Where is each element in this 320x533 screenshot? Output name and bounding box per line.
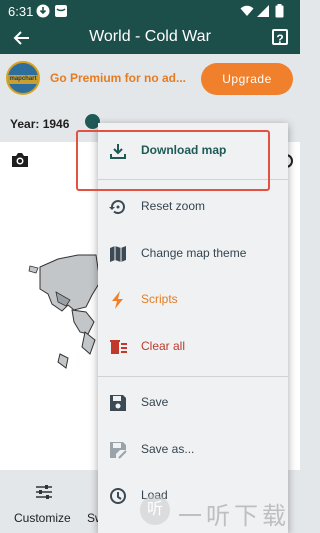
menu-item-reset-zoom[interactable]: Reset zoom [98, 187, 288, 227]
camera-icon[interactable] [11, 152, 29, 168]
customize-label[interactable]: Customize [14, 511, 71, 525]
signal-icon [257, 5, 269, 17]
clear-all-trash-icon [110, 340, 127, 354]
premium-banner: mapchart Go Premium for no ad... Upgrade [0, 54, 300, 104]
menu-label-change-theme: Change map theme [141, 246, 247, 260]
menu-label-scripts: Scripts [141, 292, 178, 306]
wifi-icon [240, 5, 254, 16]
overflow-menu: Download map Reset zoom Change map theme… [98, 123, 288, 533]
upgrade-button[interactable]: Upgrade [201, 63, 293, 95]
menu-item-change-map-theme[interactable]: Change map theme [98, 234, 288, 274]
battery-icon [275, 4, 284, 18]
menu-item-save-as[interactable]: Save as... [98, 430, 288, 470]
download-icon [110, 144, 126, 159]
save-disk-icon [110, 395, 126, 411]
tune-sliders-icon[interactable] [34, 483, 54, 501]
menu-label-reset-zoom: Reset zoom [141, 199, 206, 213]
status-time: 6:31 [8, 4, 34, 19]
app-bar: World - Cold War ? [0, 22, 300, 54]
status-bar: 6:31 [0, 0, 300, 22]
menu-divider [98, 376, 288, 377]
save-as-icon [110, 442, 127, 459]
year-label: Year: 1946 [10, 117, 70, 131]
menu-label-download: Download map [141, 143, 227, 157]
premium-promo-text[interactable]: Go Premium for no ad... [50, 71, 198, 85]
load-history-icon [110, 488, 126, 504]
app-notification-icon [55, 5, 67, 17]
watermark-text: 一听下载 [178, 503, 290, 530]
menu-divider [98, 179, 288, 180]
help-icon[interactable]: ? [272, 29, 288, 46]
menu-label-clear-all: Clear all [141, 339, 186, 353]
mapchart-logo: mapchart [6, 61, 40, 95]
menu-item-scripts[interactable]: Scripts [98, 280, 288, 320]
menu-label-save: Save [141, 395, 169, 409]
menu-label-save-as: Save as... [141, 442, 195, 456]
lightning-bolt-icon [112, 291, 123, 309]
menu-item-save[interactable]: Save [98, 383, 288, 423]
menu-item-download-map[interactable]: Download map [98, 131, 288, 171]
watermark-logo: 听 [140, 495, 170, 525]
reset-history-icon [109, 200, 125, 215]
watermark: 听 一听下载 [140, 493, 300, 533]
download-notification-icon [36, 4, 50, 18]
logo-text: mapchart [8, 75, 38, 84]
page-title: World - Cold War [89, 28, 211, 45]
map-icon [110, 246, 126, 262]
menu-item-clear-all[interactable]: Clear all [98, 327, 288, 367]
